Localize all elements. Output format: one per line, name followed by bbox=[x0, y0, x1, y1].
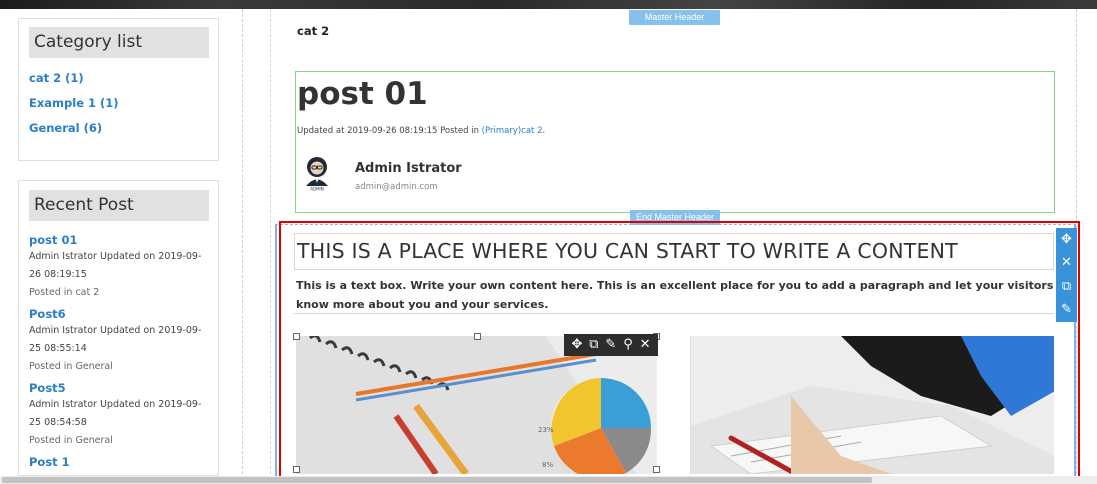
recent-post-link[interactable]: post 01 bbox=[29, 232, 218, 248]
list-item: post 01 Admin Istrator Updated on 2019-0… bbox=[19, 232, 218, 302]
image-toolbar: ✥ ⧉ ✎ ⚲ ✕ bbox=[564, 334, 658, 356]
content-heading[interactable]: THIS IS A PLACE WHERE YOU CAN START TO W… bbox=[297, 239, 958, 263]
heading-block[interactable]: THIS IS A PLACE WHERE YOU CAN START TO W… bbox=[294, 233, 1054, 270]
post-meta-text: Updated at 2019-09-26 08:19:15 Posted in bbox=[297, 126, 482, 136]
end-master-header-badge: End Master Header bbox=[630, 210, 720, 225]
resize-handle-bottom-left[interactable] bbox=[293, 466, 300, 473]
recent-post-category: Posted in General bbox=[29, 435, 113, 446]
page-category-label: cat 2 bbox=[297, 24, 330, 38]
duplicate-icon[interactable]: ⧉ bbox=[1062, 278, 1071, 296]
post-title: post 01 bbox=[297, 76, 428, 112]
recent-post-meta: Admin Istrator Updated on 2019-09-25 08:… bbox=[29, 399, 202, 428]
list-item: Post5 Admin Istrator Updated on 2019-09-… bbox=[19, 380, 218, 450]
post-category-link[interactable]: (Primary)cat 2 bbox=[482, 126, 543, 136]
list-item: Post6 Admin Istrator Updated on 2019-09-… bbox=[19, 306, 218, 376]
move-icon[interactable]: ✥ bbox=[1061, 231, 1072, 249]
recent-post-link[interactable]: Post 1 bbox=[29, 454, 218, 470]
business-writing-illustration bbox=[691, 336, 1054, 474]
recent-post-category: Posted in General bbox=[29, 361, 113, 372]
category-link-cat-2[interactable]: cat 2 (1) bbox=[29, 66, 218, 91]
edit-icon[interactable]: ✎ bbox=[605, 335, 616, 355]
notebook-chart-illustration: 23% 8% bbox=[296, 336, 657, 474]
resize-handle-top-center[interactable] bbox=[474, 333, 481, 340]
close-icon[interactable]: ✕ bbox=[640, 335, 651, 355]
edit-icon[interactable]: ✎ bbox=[1061, 301, 1072, 319]
text-block[interactable]: This is a text box. Write your own conte… bbox=[294, 276, 1054, 314]
recent-post-link[interactable]: Post5 bbox=[29, 380, 218, 396]
content-paragraph[interactable]: This is a text box. Write your own conte… bbox=[294, 276, 1054, 314]
section-toolbar: ✥ ✕ ⧉ ✎ bbox=[1056, 228, 1077, 322]
recent-post-category: Posted in cat 2 bbox=[29, 287, 100, 298]
duplicate-icon[interactable]: ⧉ bbox=[589, 335, 598, 355]
recent-post-link[interactable]: Post6 bbox=[29, 306, 218, 322]
list-item: Post 1 bbox=[19, 454, 218, 470]
move-icon[interactable]: ✥ bbox=[571, 335, 582, 355]
category-link-general[interactable]: General (6) bbox=[29, 116, 218, 141]
post-meta-suffix: . bbox=[542, 126, 546, 136]
category-link-example-1[interactable]: Example 1 (1) bbox=[29, 91, 218, 116]
avatar: ADMIN bbox=[304, 156, 330, 192]
business-writing-image[interactable] bbox=[690, 336, 1054, 474]
master-header-badge: Master Header bbox=[629, 10, 720, 25]
post-header-box: post 01 Updated at 2019-09-26 08:19:15 P… bbox=[295, 71, 1055, 213]
recent-post-meta: Admin Istrator Updated on 2019-09-25 08:… bbox=[29, 325, 202, 354]
avatar-label: ADMIN bbox=[310, 187, 323, 192]
pie-label-8: 8% bbox=[542, 461, 553, 469]
top-background-strip bbox=[0, 0, 1097, 9]
resize-handle-top-left[interactable] bbox=[293, 333, 300, 340]
content-column-guide bbox=[270, 9, 271, 484]
notebook-chart-image[interactable]: 23% 8% bbox=[296, 336, 657, 474]
post-meta: Updated at 2019-09-26 08:19:15 Posted in… bbox=[297, 126, 545, 136]
horizontal-scrollbar[interactable] bbox=[0, 476, 1097, 484]
resize-handle-bottom-right[interactable] bbox=[653, 466, 660, 473]
recent-post-meta: Admin Istrator Updated on 2019-09-26 08:… bbox=[29, 251, 202, 280]
pie-label-23: 23% bbox=[538, 426, 554, 434]
category-list-widget: Category list cat 2 (1) Example 1 (1) Ge… bbox=[18, 18, 219, 161]
pin-icon[interactable]: ⚲ bbox=[623, 335, 633, 355]
author-name: Admin Istrator bbox=[355, 161, 462, 176]
author-email: admin@admin.com bbox=[355, 182, 438, 192]
scrollbar-thumb[interactable] bbox=[2, 477, 872, 483]
recent-post-title: Recent Post bbox=[29, 190, 209, 221]
recent-post-widget: Recent Post post 01 Admin Istrator Updat… bbox=[18, 180, 219, 476]
category-list-title: Category list bbox=[29, 27, 209, 58]
close-icon[interactable]: ✕ bbox=[1061, 254, 1072, 272]
